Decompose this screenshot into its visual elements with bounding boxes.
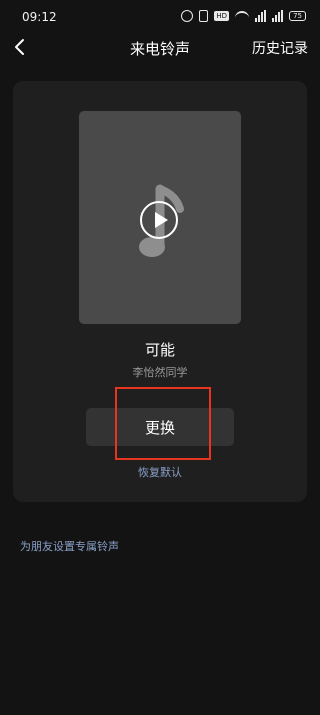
restore-default-link[interactable]: 恢复默认 [13,464,307,480]
wifi-icon [235,11,250,21]
song-title: 可能 [144,341,175,359]
screen: 09:12 HD 75 来电铃声 历史记录 可能 李怡然同学 更换 恢复默认 为… [0,0,320,715]
play-icon[interactable] [140,201,178,239]
play-triangle [155,212,168,228]
signal-2-icon [272,10,284,22]
ringtone-card: 可能 李怡然同学 更换 恢复默认 [13,81,307,502]
friend-ringtone-link[interactable]: 为朋友设置专属铃声 [20,538,119,554]
vibrate-icon [199,10,209,22]
battery-icon: 75 [289,11,306,21]
status-icons: HD 75 [181,10,306,22]
header: 来电铃声 历史记录 [0,34,320,62]
signal-icon [255,10,267,22]
status-bar: 09:12 HD 75 [0,0,320,34]
alarm-icon [181,10,194,22]
status-time: 09:12 [22,10,57,24]
hd-badge: HD [214,11,230,21]
artist-name: 李怡然同学 [132,366,188,379]
album-cover[interactable] [79,111,241,324]
change-button[interactable]: 更换 [86,408,234,446]
history-button[interactable]: 历史记录 [252,38,308,58]
